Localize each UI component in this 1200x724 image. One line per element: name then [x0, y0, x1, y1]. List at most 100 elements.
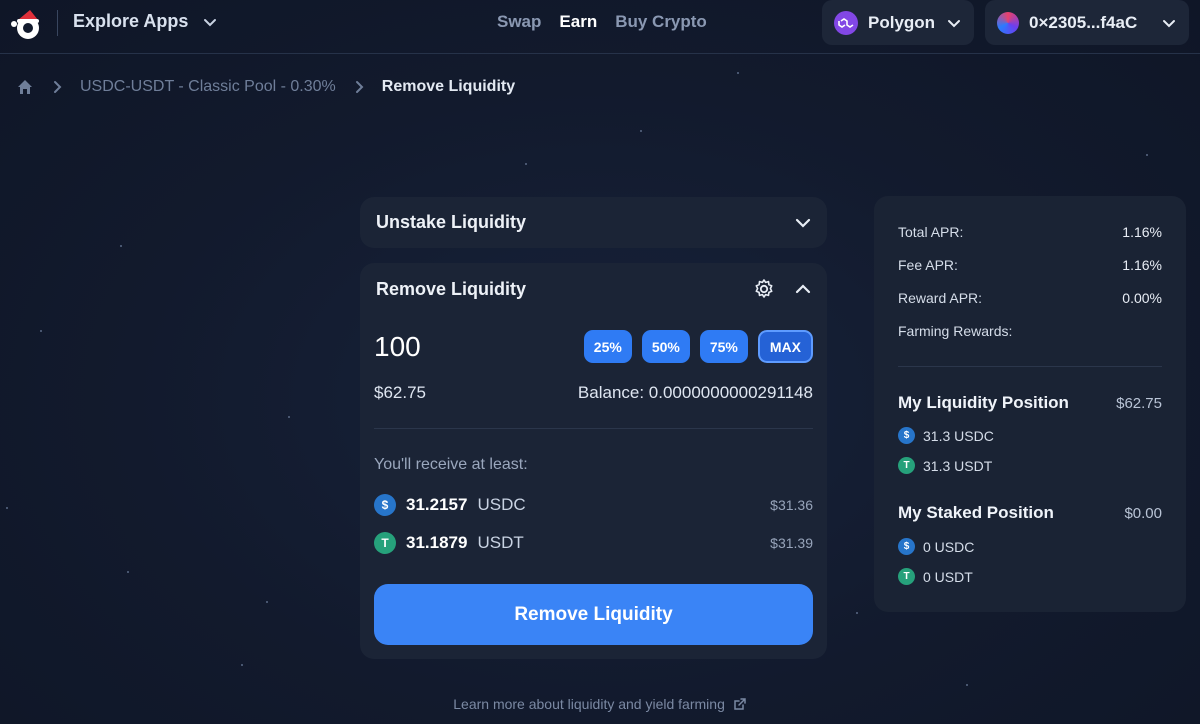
usdc-icon: $ — [898, 427, 915, 444]
preset-25-button[interactable]: 25% — [583, 330, 632, 363]
external-link-icon — [734, 698, 746, 710]
app-logo-icon[interactable] — [10, 6, 46, 42]
chevron-right-icon — [355, 81, 364, 93]
nav-swap[interactable]: Swap — [497, 12, 541, 32]
learn-more-label: Learn more about liquidity and yield far… — [453, 696, 725, 712]
preset-50-button[interactable]: 50% — [641, 330, 690, 363]
receive-amount: 31.1879 — [406, 533, 468, 552]
chevron-up-icon[interactable] — [793, 279, 813, 299]
fee-apr-row: Fee APR: 1.16% — [898, 257, 1162, 273]
network-name: Polygon — [868, 12, 936, 32]
star — [127, 571, 129, 573]
reward-apr-value: 0.00% — [1122, 290, 1162, 306]
staked-position-title: My Staked Position — [898, 503, 1054, 522]
position-amount: 31.3 USDC — [923, 427, 994, 444]
star — [241, 664, 243, 666]
staked-position-usdt: T 0 USDT — [898, 568, 973, 585]
unstake-title: Unstake Liquidity — [376, 212, 527, 232]
farming-rewards-row: Farming Rewards: — [898, 323, 1162, 339]
liquidity-position-usdt: T 31.3 USDT — [898, 457, 992, 474]
nav-buy-crypto[interactable]: Buy Crypto — [615, 12, 707, 32]
remove-liquidity-header: Remove Liquidity — [376, 278, 813, 300]
receive-token-usdc: $ 31.2157 USDC — [374, 494, 526, 516]
star — [966, 684, 968, 686]
remove-liquidity-button[interactable]: Remove Liquidity — [374, 584, 813, 645]
main-nav: Swap Earn Buy Crypto — [497, 12, 707, 32]
header-divider — [57, 10, 58, 36]
star — [737, 72, 739, 74]
receive-usd: $31.39 — [770, 535, 813, 551]
remove-title: Remove Liquidity — [376, 278, 527, 299]
network-selector[interactable]: Polygon — [822, 0, 974, 45]
usdt-icon: T — [898, 568, 915, 585]
position-amount: 0 USDC — [923, 538, 975, 555]
chevron-right-icon — [54, 81, 62, 93]
liquidity-position-value: $62.75 — [1116, 394, 1162, 412]
amount-input[interactable]: 100 — [374, 331, 421, 363]
receive-amount: 31.2157 — [406, 495, 468, 514]
lp-balance: Balance: 0.0000000000291148 — [577, 383, 813, 402]
farming-rewards-label: Farming Rewards: — [898, 323, 1013, 339]
chevron-down-icon — [204, 18, 217, 26]
fee-apr-value: 1.16% — [1122, 257, 1162, 273]
receive-symbol: USDT — [477, 533, 524, 552]
star — [266, 601, 268, 603]
star — [6, 507, 8, 509]
remove-liquidity-card: Remove Liquidity 100 25% 50% 75% MAX $62… — [360, 263, 827, 659]
explore-apps-label: Explore Apps — [73, 11, 189, 31]
staked-position-value: $0.00 — [1124, 504, 1162, 522]
wallet-address: 0×2305...f4aC — [1029, 12, 1138, 32]
breadcrumb-pool-link[interactable]: USDC-USDT - Classic Pool - 0.30% — [80, 78, 336, 96]
breadcrumb: USDC-USDT - Classic Pool - 0.30% Remove … — [16, 78, 515, 96]
chevron-down-icon — [1163, 19, 1175, 27]
wallet-button[interactable]: 0×2305...f4aC — [985, 0, 1189, 45]
star — [525, 163, 527, 165]
star — [120, 245, 122, 247]
receive-row-usdt: T 31.1879 USDT $31.39 — [374, 532, 813, 554]
receive-usd: $31.36 — [770, 497, 813, 513]
star — [856, 612, 858, 614]
usdt-icon: T — [374, 532, 396, 554]
chevron-down-icon — [795, 218, 811, 228]
breadcrumb-current: Remove Liquidity — [381, 78, 516, 95]
star — [288, 416, 290, 418]
divider — [374, 428, 813, 429]
usdt-icon: T — [898, 457, 915, 474]
staked-position-header: My Staked Position $0.00 — [898, 503, 1162, 523]
star — [640, 130, 642, 132]
star — [40, 330, 42, 332]
position-amount: 31.3 USDT — [923, 457, 993, 474]
reward-apr-label: Reward APR: — [898, 290, 983, 306]
usdc-icon: $ — [898, 538, 915, 555]
staked-position-usdc: $ 0 USDC — [898, 538, 974, 555]
settings-gear-icon[interactable] — [753, 278, 775, 300]
header-actions — [753, 278, 813, 300]
usdc-icon: $ — [374, 494, 396, 516]
receive-symbol: USDC — [477, 495, 526, 514]
unstake-liquidity-accordion[interactable]: Unstake Liquidity — [360, 197, 827, 248]
learn-more-link[interactable]: Learn more about liquidity and yield far… — [0, 696, 1200, 712]
liquidity-position-header: My Liquidity Position $62.75 — [898, 393, 1162, 413]
explore-apps-menu[interactable]: Explore Apps — [73, 11, 218, 32]
fee-apr-label: Fee APR: — [898, 257, 958, 273]
top-bar: Explore Apps Swap Earn Buy Crypto Polygo… — [0, 0, 1200, 54]
star — [1146, 154, 1148, 156]
reward-apr-row: Reward APR: 0.00% — [898, 290, 1162, 306]
receive-row-usdc: $ 31.2157 USDC $31.36 — [374, 494, 813, 516]
home-icon[interactable] — [16, 78, 34, 96]
total-apr-label: Total APR: — [898, 224, 964, 240]
chevron-down-icon — [948, 19, 960, 27]
liquidity-position-usdc: $ 31.3 USDC — [898, 427, 994, 444]
total-apr-value: 1.16% — [1122, 224, 1162, 240]
preset-max-button[interactable]: MAX — [757, 330, 813, 363]
polygon-icon — [834, 10, 858, 35]
receive-token-usdt: T 31.1879 USDT — [374, 532, 524, 554]
preset-75-button[interactable]: 75% — [699, 330, 748, 363]
liquidity-position-title: My Liquidity Position — [898, 393, 1069, 412]
nav-earn[interactable]: Earn — [559, 12, 597, 32]
divider — [898, 366, 1162, 367]
percentage-presets: 25% 50% 75% MAX — [583, 330, 813, 363]
amount-usd-value: $62.75 — [374, 383, 426, 402]
wallet-avatar-icon — [997, 11, 1019, 34]
total-apr-row: Total APR: 1.16% — [898, 224, 1162, 240]
